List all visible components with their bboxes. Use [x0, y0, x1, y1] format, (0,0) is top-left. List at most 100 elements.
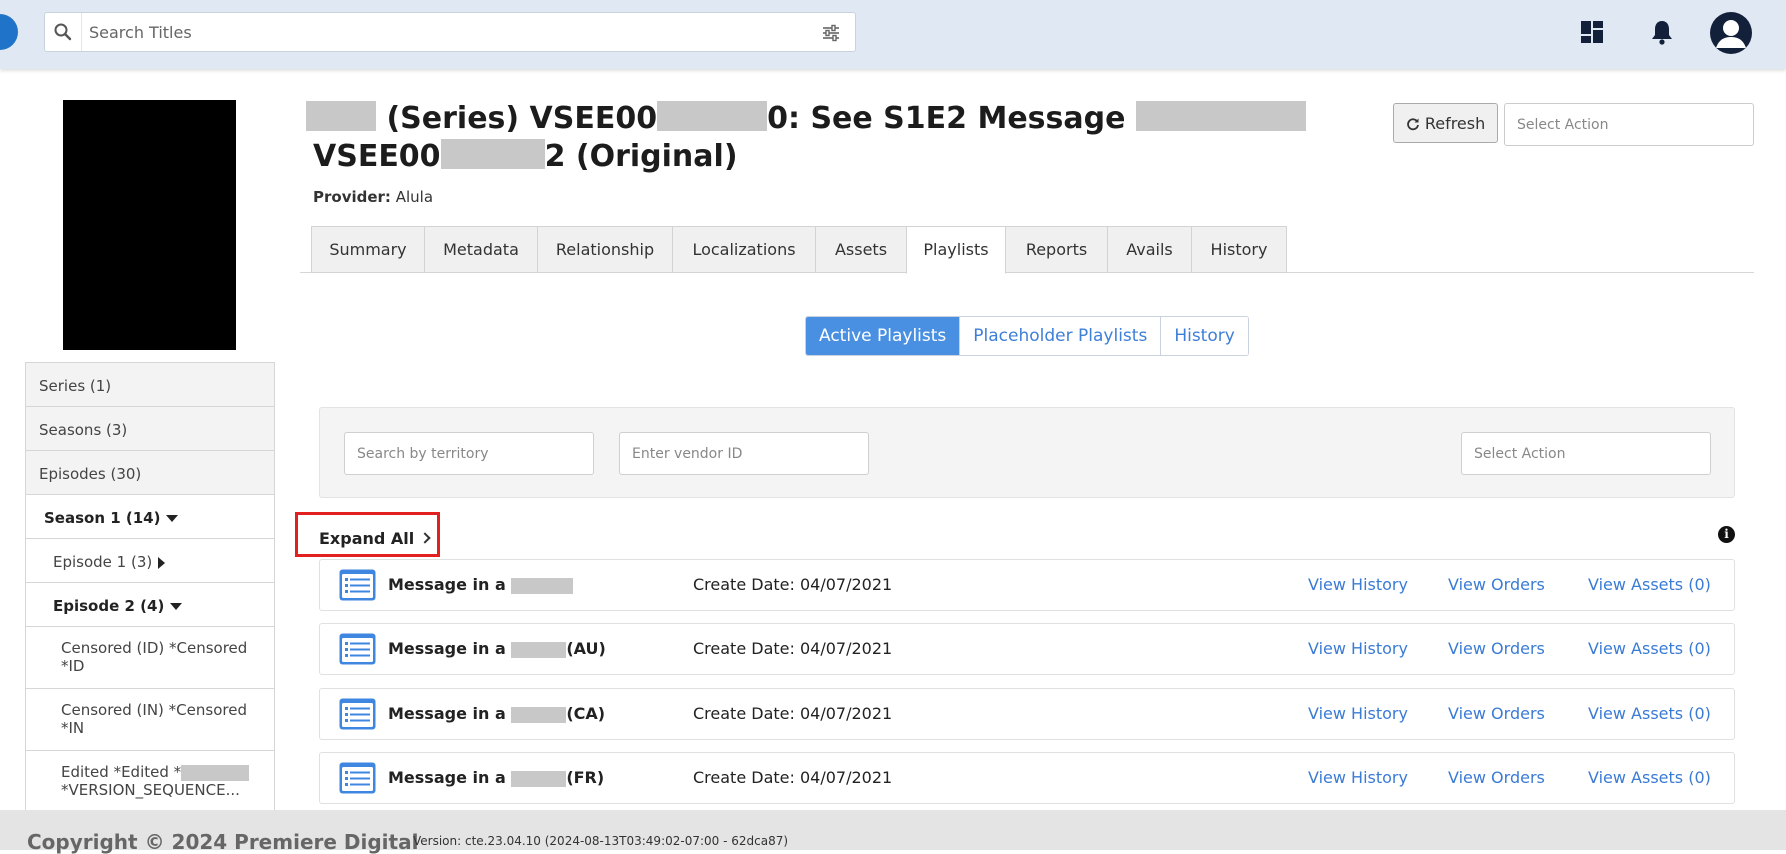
- territory-search-input[interactable]: Search by territory: [344, 432, 594, 475]
- notifications-bell-icon[interactable]: [1648, 18, 1676, 46]
- view-assets-link[interactable]: View Assets (0): [1588, 768, 1711, 787]
- filter-sliders-icon[interactable]: [821, 23, 841, 43]
- chevron-right-icon: [419, 532, 431, 544]
- info-icon[interactable]: i: [1718, 526, 1735, 543]
- playlist-name: Message in a (AU): [388, 639, 606, 658]
- playlist-name-prefix: Message in a: [388, 575, 506, 594]
- playlist-name: Message in a (FR): [388, 768, 604, 787]
- view-orders-link[interactable]: View Orders: [1448, 704, 1545, 723]
- tab-avails[interactable]: Avails: [1107, 226, 1192, 273]
- sidebar-item-label: Episodes (30): [39, 465, 142, 483]
- view-orders-link[interactable]: View Orders: [1448, 768, 1545, 787]
- playlist-name-prefix: Message in a: [388, 768, 506, 787]
- filter-select-action-dropdown[interactable]: Select Action: [1461, 432, 1711, 475]
- playlist-filter-panel: Search by territory Enter vendor ID Sele…: [319, 407, 1735, 498]
- redacted-block: [511, 641, 567, 658]
- sidebar-item-seasons[interactable]: Seasons (3): [26, 407, 274, 451]
- redacted-block: [511, 577, 574, 594]
- redacted-block: [511, 770, 567, 787]
- sidebar-item-series[interactable]: Series (1): [26, 363, 274, 407]
- vendor-placeholder: Enter vendor ID: [632, 446, 743, 462]
- active-playlists-button[interactable]: Active Playlists: [806, 317, 960, 355]
- tab-metadata[interactable]: Metadata: [424, 226, 538, 273]
- provider-value: Alula: [395, 188, 434, 206]
- caret-down-icon: [170, 603, 183, 610]
- vendor-id-input[interactable]: Enter vendor ID: [619, 432, 869, 475]
- sidebar-item-label: Censored (IN) *Censored *IN: [61, 701, 247, 737]
- refresh-label: Refresh: [1424, 114, 1486, 133]
- search-icon[interactable]: [53, 22, 73, 42]
- placeholder-playlists-button[interactable]: Placeholder Playlists: [959, 317, 1161, 355]
- playlist-row[interactable]: Message in a (AU) Create Date: 04/07/202…: [319, 623, 1735, 675]
- redacted-block: [181, 764, 250, 781]
- version-text: Version: cte.23.04.10 (2024-08-13T03:49:…: [413, 834, 789, 848]
- view-orders-link[interactable]: View Orders: [1448, 575, 1545, 594]
- select-action-placeholder: Select Action: [1474, 446, 1566, 462]
- view-orders-link[interactable]: View Orders: [1448, 639, 1545, 658]
- sidebar-item-episode-2[interactable]: Episode 2 (4): [26, 583, 274, 627]
- playlist-row[interactable]: Message in a (CA) Create Date: 04/07/202…: [319, 688, 1735, 740]
- view-history-link[interactable]: View History: [1308, 768, 1408, 787]
- sidebar-item-season-1[interactable]: Season 1 (14): [26, 495, 274, 539]
- sidebar-item-label: Censored (ID) *Censored *ID: [61, 639, 248, 675]
- playlist-row[interactable]: Message in a (FR) Create Date: 04/07/202…: [319, 752, 1735, 804]
- playlist-name-prefix: Message in a: [388, 704, 506, 723]
- sidebar-item-episodes[interactable]: Episodes (30): [26, 451, 274, 495]
- expand-all-label: Expand All: [319, 529, 415, 548]
- playlist-list-icon: [339, 569, 376, 601]
- view-history-link[interactable]: View History: [1308, 639, 1408, 658]
- refresh-icon: [1406, 118, 1419, 131]
- view-history-link[interactable]: View History: [1308, 575, 1408, 594]
- playlist-name-prefix: Message in a: [388, 639, 506, 658]
- view-assets-link[interactable]: View Assets (0): [1588, 639, 1711, 658]
- sidebar-item-episode-1[interactable]: Episode 1 (3): [26, 539, 274, 583]
- sidebar-item-label: Season 1 (14): [44, 509, 161, 527]
- title-search-box: [44, 12, 856, 52]
- playlist-name-suffix: (FR): [566, 768, 605, 787]
- title-text: 2 (Original): [544, 139, 738, 174]
- playlist-name: Message in a: [388, 575, 574, 594]
- tab-summary[interactable]: Summary: [311, 226, 425, 273]
- playlist-create-date: Create Date: 04/07/2021: [693, 768, 893, 787]
- view-assets-link[interactable]: View Assets (0): [1588, 704, 1711, 723]
- top-bar: [0, 0, 1786, 69]
- title-text: 0: See S1E2 Message: [767, 101, 1126, 136]
- sidebar-item-label: Edited *Edited *: [61, 763, 182, 781]
- provider-line: Provider: Alula: [313, 188, 433, 206]
- refresh-button[interactable]: Refresh: [1393, 103, 1498, 143]
- select-action-dropdown[interactable]: Select Action: [1504, 103, 1754, 146]
- playlist-type-toggle: Active Playlists Placeholder Playlists H…: [805, 316, 1249, 356]
- search-titles-input[interactable]: [89, 19, 789, 45]
- sidebar-item-version-censored-in[interactable]: Censored (IN) *Censored *IN: [26, 689, 274, 751]
- playlist-list-icon: [339, 698, 376, 730]
- playlist-name-suffix: (CA): [566, 704, 606, 723]
- dashboard-icon[interactable]: [1578, 18, 1606, 46]
- user-avatar[interactable]: [1710, 12, 1752, 54]
- caret-right-icon: [158, 556, 166, 569]
- expand-all-button[interactable]: Expand All: [295, 512, 440, 557]
- title-text: VSEE00: [313, 139, 441, 174]
- sidebar-item-label: Episode 2 (4): [53, 597, 165, 615]
- playlist-list-icon: [339, 762, 376, 794]
- tab-playlists[interactable]: Playlists: [906, 226, 1006, 274]
- playlist-name: Message in a (CA): [388, 704, 605, 723]
- playlist-row[interactable]: Message in a Create Date: 04/07/2021 Vie…: [319, 559, 1735, 611]
- tab-localizations[interactable]: Localizations: [672, 226, 816, 273]
- redacted-block: [657, 101, 768, 131]
- title-poster: [63, 100, 236, 350]
- playlist-history-button[interactable]: History: [1160, 317, 1248, 355]
- tab-reports[interactable]: Reports: [1005, 226, 1108, 273]
- tab-assets[interactable]: Assets: [815, 226, 907, 273]
- page-title: (Series) VSEE00 0: See S1E2 Message VSEE0…: [306, 100, 1306, 176]
- view-history-link[interactable]: View History: [1308, 704, 1408, 723]
- sidebar-item-version-edited[interactable]: Edited *Edited * *VERSION_SEQUENCE...: [26, 751, 274, 810]
- territory-placeholder: Search by territory: [357, 446, 489, 462]
- brand-logo[interactable]: [0, 14, 18, 50]
- hierarchy-sidebar: Series (1) Seasons (3) Episodes (30) Sea…: [25, 362, 275, 810]
- tab-history[interactable]: History: [1191, 226, 1287, 273]
- sidebar-item-version-censored-id[interactable]: Censored (ID) *Censored *ID: [26, 627, 274, 689]
- tab-relationship[interactable]: Relationship: [537, 226, 673, 273]
- playlist-create-date: Create Date: 04/07/2021: [693, 704, 893, 723]
- view-assets-link[interactable]: View Assets (0): [1588, 575, 1711, 594]
- redacted-block: [511, 706, 567, 723]
